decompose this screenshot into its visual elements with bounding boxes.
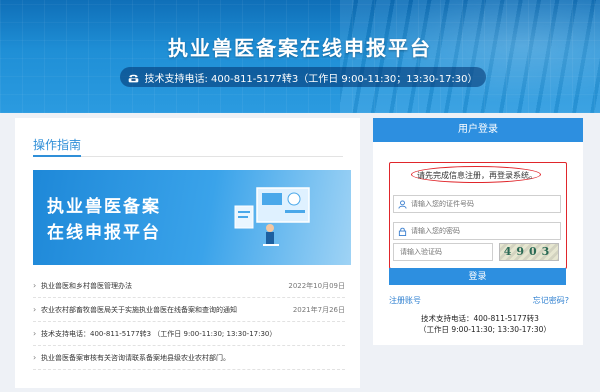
notice-list: › 执业兽医和乡村兽医管理办法 2022年10月09日 › 农业农村部畜牧兽医局…: [33, 274, 345, 370]
guide-title: 操作指南: [33, 138, 82, 152]
forgot-password-link[interactable]: 忘记密码?: [533, 295, 569, 306]
register-link[interactable]: 注册账号: [389, 295, 421, 306]
user-login-panel: 用户登录 请先完成信息注册，再登录系统。 4903 登录 注册账号 忘记密码? …: [373, 118, 583, 345]
list-item[interactable]: › 农业农村部畜牧兽医局关于实施执业兽医在线备案和查询的通知 2021年7月26…: [33, 298, 345, 322]
lock-icon: [398, 227, 407, 236]
promo-line-2: 在线申报平台: [47, 223, 161, 243]
notice-date: 2022年10月09日: [288, 281, 345, 290]
header-banner: 执业兽医备案在线申报平台 技术支持电话: 400-811-5177转3（工作日 …: [0, 0, 600, 113]
login-button[interactable]: 登录: [389, 268, 566, 285]
chevron-right-icon: ›: [33, 353, 37, 362]
notice-title[interactable]: 执业兽医和乡村兽医管理办法: [41, 281, 284, 291]
support-phone-bar: 技术支持电话: 400-811-5177转3（工作日 9:00-11:30；13…: [120, 67, 486, 87]
id-number-field[interactable]: [393, 195, 561, 213]
login-header: 用户登录: [373, 118, 583, 142]
promo-line-1: 执业兽医备案: [47, 197, 161, 217]
notice-date: 2021年7月26日: [292, 305, 345, 314]
login-notice: 请先完成信息注册，再登录系统。: [417, 171, 537, 180]
notice-title[interactable]: 农业农村部畜牧兽医局关于实施执业兽医在线备案和查询的通知: [41, 305, 289, 315]
captcha-image[interactable]: 4903: [499, 243, 559, 261]
site-title: 执业兽医备案在线申报平台: [168, 36, 432, 60]
chevron-right-icon: ›: [33, 281, 37, 290]
password-field[interactable]: [393, 222, 561, 240]
list-item[interactable]: › 技术支持电话：400-811-5177转3 （工作日 9:00-11:30;…: [33, 322, 345, 346]
login-support-phone: 技术支持电话：400-811-5177转3: [421, 314, 539, 323]
captcha-field[interactable]: [393, 243, 493, 261]
support-phone-text: 技术支持电话: 400-811-5177转3（工作日 9:00-11:30；13…: [144, 73, 478, 85]
chevron-right-icon: ›: [33, 329, 37, 338]
user-icon: [398, 199, 407, 209]
operation-guide-panel: 操作指南 执业兽医备案 在线申报平台 › 执业兽医和乡村兽医管理办法 2022年…: [15, 118, 360, 388]
guide-divider-accent: [33, 155, 81, 157]
phone-icon: [129, 74, 139, 82]
platform-promo-image[interactable]: 执业兽医备案 在线申报平台: [33, 170, 351, 265]
notice-title[interactable]: 技术支持电话：400-811-5177转3 （工作日 9:00-11:30; 1…: [41, 329, 341, 339]
login-support-hours: （工作日 9:00-11:30; 13:30-17:30）: [419, 325, 551, 334]
password-input[interactable]: [411, 227, 551, 235]
list-item[interactable]: › 执业兽医备案审核有关咨询请联系备案地县级农业农村部门。: [33, 346, 345, 370]
chevron-right-icon: ›: [33, 305, 37, 314]
list-item[interactable]: › 执业兽医和乡村兽医管理办法 2022年10月09日: [33, 274, 345, 298]
notice-title[interactable]: 执业兽医备案审核有关咨询请联系备案地县级农业农村部门。: [41, 353, 341, 363]
office-illustration: [234, 187, 310, 246]
captcha-input[interactable]: [400, 248, 490, 256]
id-number-input[interactable]: [411, 200, 551, 208]
